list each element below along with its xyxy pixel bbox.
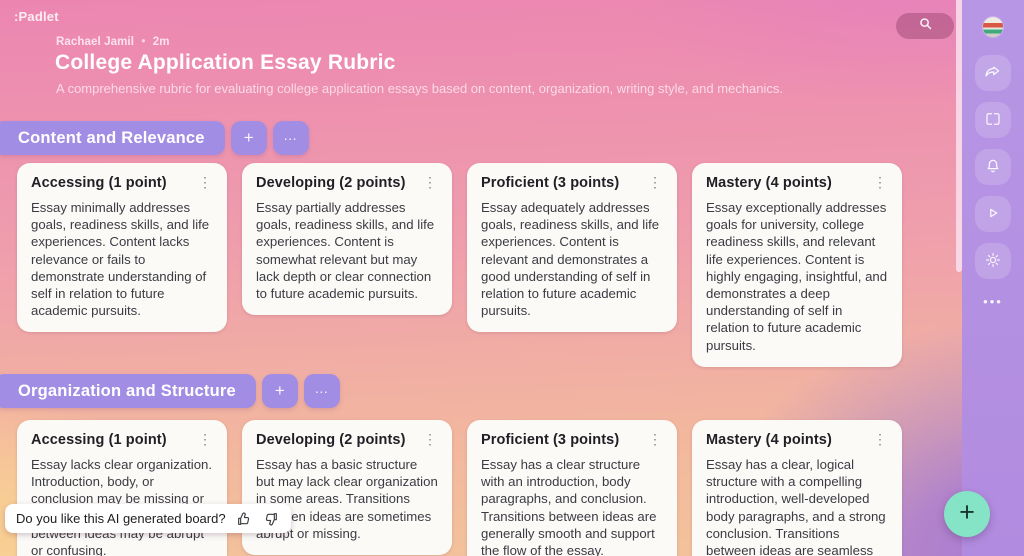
right-sidebar: •••	[962, 0, 1024, 556]
post-time: 2m	[152, 36, 170, 48]
cards-row-content-relevance: Accessing (1 point) ⋮ Essay minimally ad…	[17, 163, 902, 367]
share-icon	[984, 63, 1002, 84]
gear-icon	[984, 251, 1002, 272]
author-name[interactable]: Rachael Jamil	[56, 36, 134, 48]
ai-feedback-toast: Do you like this AI generated board?	[5, 504, 291, 533]
card-proficient-2[interactable]: Proficient (3 points) ⋮ Essay has a clea…	[467, 420, 677, 556]
kebab-menu-icon[interactable]: ⋮	[422, 175, 438, 189]
search-button[interactable]	[896, 13, 954, 39]
share-button[interactable]	[975, 55, 1011, 91]
thumbs-up-icon[interactable]	[235, 510, 253, 528]
section-more-button[interactable]: …	[303, 374, 340, 408]
card-body: Essay has a clear structure with an intr…	[481, 457, 657, 556]
card-body: Essay exceptionally addresses goals for …	[706, 200, 888, 353]
add-post-button[interactable]: +	[261, 374, 298, 408]
card-accessing-1[interactable]: Accessing (1 point) ⋮ Essay minimally ad…	[17, 163, 227, 333]
cards-row-organization-structure: Accessing (1 point) ⋮ Essay lacks clear …	[17, 420, 902, 556]
card-body: Essay has a clear, logical structure wit…	[706, 457, 886, 556]
card-title: Developing (2 points)	[256, 175, 406, 191]
card-title: Mastery (4 points)	[706, 432, 832, 448]
settings-button[interactable]	[975, 243, 1011, 279]
author-separator: •	[141, 36, 146, 48]
author-line: Rachael Jamil • 2m	[56, 36, 170, 48]
section-title-content-relevance[interactable]: Content and Relevance	[0, 121, 225, 155]
card-title: Developing (2 points)	[256, 432, 406, 448]
card-title: Accessing (1 point)	[31, 175, 167, 191]
card-body: Essay adequately addresses goals, readin…	[481, 200, 660, 319]
section-title-organization-structure[interactable]: Organization and Structure	[0, 374, 256, 408]
kebab-menu-icon[interactable]: ⋮	[647, 432, 663, 446]
kebab-menu-icon[interactable]: ⋮	[197, 432, 213, 446]
card-title: Accessing (1 point)	[31, 432, 167, 448]
page-subtitle: A comprehensive rubric for evaluating co…	[56, 81, 783, 96]
card-mastery-1[interactable]: Mastery (4 points) ⋮ Essay exceptionally…	[692, 163, 902, 367]
padlet-logo[interactable]: :Padlet	[14, 9, 59, 24]
thumbs-down-icon[interactable]	[262, 510, 280, 528]
page-title: College Application Essay Rubric	[55, 51, 396, 74]
card-mastery-2[interactable]: Mastery (4 points) ⋮ Essay has a clear, …	[692, 420, 902, 556]
card-body: Essay partially addresses goals, readine…	[256, 200, 435, 302]
kebab-menu-icon[interactable]: ⋮	[197, 175, 213, 189]
kebab-menu-icon[interactable]: ⋮	[872, 432, 888, 446]
kebab-menu-icon[interactable]: ⋮	[872, 175, 888, 189]
avatar[interactable]	[983, 17, 1003, 37]
card-body: Essay minimally addresses goals, readine…	[31, 200, 210, 319]
section-header-organization-structure: Organization and Structure + …	[0, 374, 340, 408]
add-post-fab[interactable]: +	[944, 491, 990, 537]
kebab-menu-icon[interactable]: ⋮	[422, 432, 438, 446]
card-title: Proficient (3 points)	[481, 175, 620, 191]
play-icon	[984, 204, 1002, 225]
slideshow-icon	[984, 110, 1002, 131]
card-title: Proficient (3 points)	[481, 432, 620, 448]
kebab-menu-icon[interactable]: ⋮	[647, 175, 663, 189]
card-title: Mastery (4 points)	[706, 175, 832, 191]
padlet-board: :Padlet Rachael Jamil • 2m College Appli…	[0, 0, 1024, 556]
card-proficient-1[interactable]: Proficient (3 points) ⋮ Essay adequately…	[467, 163, 677, 333]
bell-icon	[984, 157, 1002, 178]
vertical-scrollbar-thumb[interactable]	[956, 0, 962, 272]
section-more-button[interactable]: …	[272, 121, 309, 155]
card-developing-2[interactable]: Developing (2 points) ⋮ Essay has a basi…	[242, 420, 452, 556]
slideshow-button[interactable]	[975, 102, 1011, 138]
notifications-button[interactable]	[975, 149, 1011, 185]
toast-message: Do you like this AI generated board?	[16, 511, 226, 526]
search-icon	[918, 16, 933, 36]
card-developing-1[interactable]: Developing (2 points) ⋮ Essay partially …	[242, 163, 452, 316]
play-button[interactable]	[975, 196, 1011, 232]
sidebar-more-button[interactable]: •••	[983, 294, 1003, 309]
card-accessing-2[interactable]: Accessing (1 point) ⋮ Essay lacks clear …	[17, 420, 227, 556]
section-header-content-relevance: Content and Relevance + …	[0, 121, 309, 155]
add-post-button[interactable]: +	[230, 121, 267, 155]
